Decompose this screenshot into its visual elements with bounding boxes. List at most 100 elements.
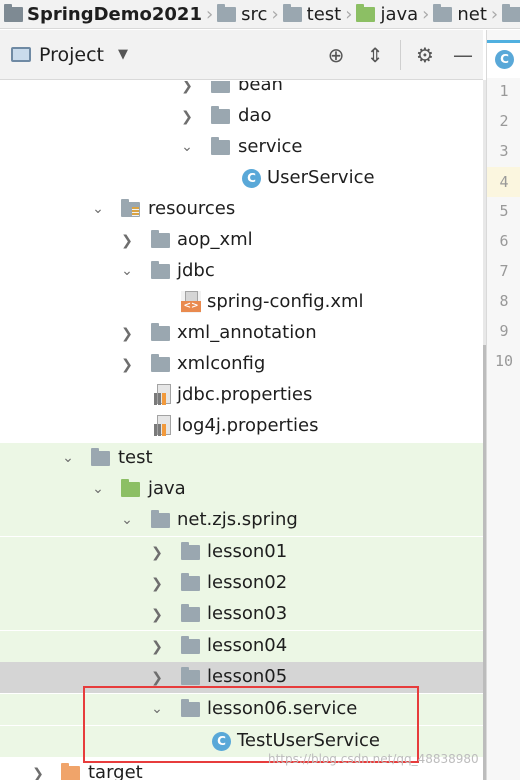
chevron-right-icon: › (345, 3, 353, 25)
line-number: 1 (499, 82, 509, 100)
chevron-right-icon[interactable]: ❯ (149, 670, 165, 686)
project-panel-header: Project ▼ ⊕ ⇕ ⚙ — (0, 30, 483, 80)
minimize-icon[interactable]: — (452, 44, 474, 66)
tree-row-label: target (88, 762, 143, 780)
xml-tag-icon: <> (181, 301, 201, 312)
breadcrumb-java-label: java (380, 3, 419, 25)
breadcrumb-src-label: src (241, 3, 268, 25)
chevron-right-icon[interactable]: ❯ (149, 607, 165, 623)
line-number: 9 (499, 322, 509, 340)
package-icon (211, 106, 230, 124)
tree-row-lesson03[interactable]: ❯ lesson03 (0, 599, 483, 630)
chevron-down-icon[interactable]: ⌄ (179, 139, 195, 155)
breadcrumb-test-label: test (306, 3, 342, 25)
tree-row-label: lesson05 (207, 666, 288, 687)
class-icon: C (242, 169, 261, 188)
chevron-down-icon[interactable]: ⌄ (90, 481, 106, 497)
breadcrumb-project[interactable]: SpringDemo2021 (0, 0, 206, 28)
tree-row-net-zjs-spring[interactable]: ⌄ net.zjs.spring (0, 505, 483, 536)
folder-icon (151, 261, 170, 279)
tree-row-java[interactable]: ⌄ java (0, 474, 483, 505)
tree-row-spring-config[interactable]: <> spring-config.xml (0, 287, 483, 318)
chevron-down-icon[interactable]: ⌄ (90, 201, 106, 217)
excluded-folder-icon (61, 763, 80, 780)
folder-icon (151, 230, 170, 248)
chevron-right-icon[interactable]: ❯ (179, 109, 195, 125)
tree-row-label: test (118, 447, 153, 468)
folder-icon (217, 3, 237, 22)
folder-icon (151, 354, 170, 372)
tree-row-xml-annotation[interactable]: ❯ xml_annotation (0, 318, 483, 349)
properties-file-icon (154, 384, 172, 406)
tree-row-lesson01[interactable]: ❯ lesson01 (0, 537, 483, 568)
tree-row-userservice[interactable]: C UserService (0, 163, 483, 194)
line-number: 8 (499, 292, 509, 310)
tree-row-bean[interactable]: ❯ bean (0, 81, 483, 101)
tree-row-log4j-properties[interactable]: log4j.properties (0, 411, 483, 442)
tree-row-lesson04[interactable]: ❯ lesson04 (0, 631, 483, 662)
triangle-down-icon[interactable]: ▼ (118, 47, 128, 62)
tree-row-label: lesson03 (207, 603, 288, 624)
gear-icon[interactable]: ⚙ (414, 44, 436, 66)
tree-row-label: xmlconfig (177, 353, 266, 374)
collapse-all-icon[interactable]: ⇕ (364, 44, 386, 66)
folder-icon (4, 3, 23, 22)
breadcrumb-src[interactable]: src (213, 0, 271, 28)
breadcrumb-net[interactable]: net (429, 0, 491, 28)
tree-row-service[interactable]: ⌄ service (0, 132, 483, 163)
folder-icon (151, 323, 170, 341)
tree-row-xmlconfig[interactable]: ❯ xmlconfig (0, 349, 483, 380)
tree-row-label: java (148, 478, 186, 499)
chevron-right-icon[interactable]: ❯ (119, 357, 135, 373)
chevron-right-icon[interactable]: ❯ (149, 576, 165, 592)
properties-file-icon (154, 415, 172, 437)
tree-row-label: resources (148, 198, 236, 219)
locate-icon[interactable]: ⊕ (325, 44, 347, 66)
line-number: 5 (499, 202, 509, 220)
package-icon (211, 81, 230, 93)
tree-row-label: log4j.properties (177, 415, 319, 436)
chevron-right-icon: › (422, 3, 430, 25)
breadcrumb-test[interactable]: test (279, 0, 346, 28)
breadcrumb-overflow[interactable] (498, 0, 520, 28)
tree-row-label: dao (238, 105, 272, 126)
chevron-right-icon[interactable]: ❯ (30, 766, 46, 780)
package-icon (433, 3, 453, 22)
tree-row-resources[interactable]: ⌄ resources (0, 194, 483, 225)
chevron-right-icon[interactable]: ❯ (119, 326, 135, 342)
tree-row-label: bean (238, 81, 283, 95)
tree-row-lesson02[interactable]: ❯ lesson02 (0, 568, 483, 599)
tree-row-label: aop_xml (177, 229, 253, 250)
tree-row-aop-xml[interactable]: ❯ aop_xml (0, 225, 483, 256)
line-number: 6 (499, 232, 509, 250)
project-tree: ❯ bean ❯ dao ⌄ service C UserService ⌄ r… (0, 81, 483, 780)
tree-row-jdbc-properties[interactable]: jdbc.properties (0, 380, 483, 411)
tree-row-label: lesson04 (207, 635, 288, 656)
tree-row-label: net.zjs.spring (177, 509, 298, 530)
chevron-right-icon[interactable]: ❯ (149, 545, 165, 561)
resources-folder-icon (121, 199, 140, 217)
tree-row-test[interactable]: ⌄ test (0, 443, 483, 474)
package-icon (502, 3, 520, 22)
test-source-folder-icon (356, 3, 376, 22)
chevron-right-icon[interactable]: ❯ (149, 639, 165, 655)
chevron-right-icon: › (271, 3, 279, 25)
chevron-right-icon[interactable]: ❯ (119, 233, 135, 249)
tree-row-jdbc[interactable]: ⌄ jdbc (0, 256, 483, 287)
line-number: 10 (494, 352, 514, 370)
project-panel-title[interactable]: Project (39, 44, 104, 66)
tree-row-dao[interactable]: ❯ dao (0, 101, 483, 132)
chevron-down-icon[interactable]: ⌄ (119, 512, 135, 528)
chevron-down-icon[interactable]: ⌄ (60, 450, 76, 466)
project-window-icon (11, 47, 31, 62)
class-icon: C (495, 50, 514, 69)
editor-tab[interactable]: C (487, 40, 520, 78)
breadcrumb-java[interactable]: java (352, 0, 422, 28)
chevron-right-icon: › (205, 3, 214, 25)
line-number: 2 (499, 112, 509, 130)
chevron-down-icon[interactable]: ⌄ (119, 263, 135, 279)
package-icon (181, 542, 200, 560)
tree-row-label: xml_annotation (177, 322, 317, 343)
chevron-right-icon[interactable]: ❯ (179, 81, 195, 94)
line-number: 7 (499, 262, 509, 280)
